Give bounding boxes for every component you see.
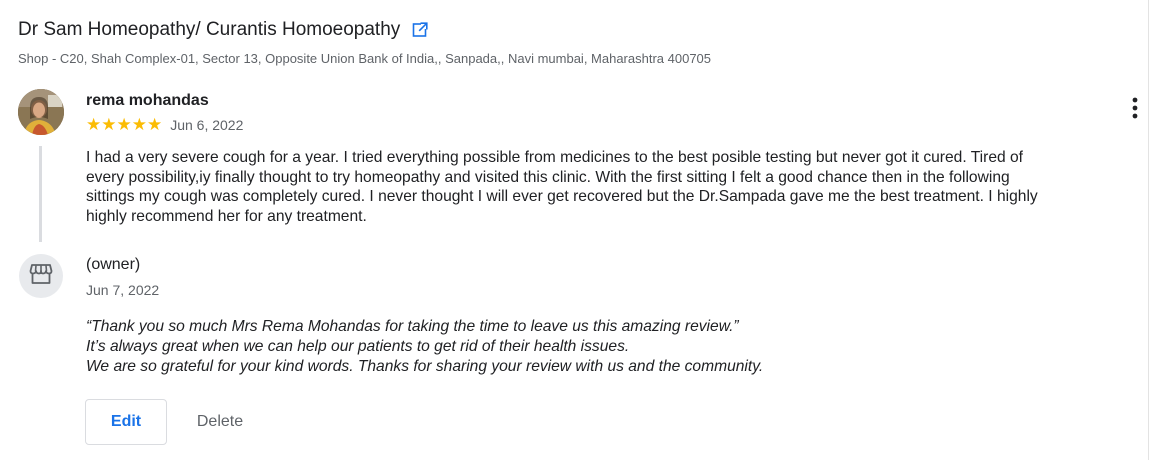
business-title-row: Dr Sam Homeopathy/ Curantis Homoeopathy <box>18 19 429 41</box>
review-text: I had a very severe cough for a year. I … <box>86 149 1038 225</box>
reviewer-avatar[interactable] <box>18 89 64 135</box>
business-name: Dr Sam Homeopathy/ Curantis Homoeopathy <box>18 19 401 40</box>
owner-reply-date: Jun 7, 2022 <box>86 282 160 298</box>
reply-line: It’s always great when we can help our p… <box>86 338 630 355</box>
edit-button[interactable]: Edit <box>85 399 167 445</box>
star-rating: ★★★★★ <box>86 115 163 135</box>
panel-divider <box>1148 0 1149 460</box>
review-card: Dr Sam Homeopathy/ Curantis Homoeopathy … <box>0 0 1152 460</box>
more-vert-icon <box>1126 97 1144 126</box>
reviewer-name[interactable]: rema mohandas <box>86 92 209 110</box>
open-in-new-icon[interactable] <box>412 22 429 38</box>
storefront-icon <box>29 263 53 290</box>
reply-line: We are so grateful for your kind words. … <box>86 358 764 375</box>
reply-line: “Thank you so much Mrs Rema Mohandas for… <box>86 318 739 335</box>
thread-line <box>39 146 42 242</box>
owner-avatar <box>19 254 63 298</box>
business-address: Shop - C20, Shah Complex-01, Sector 13, … <box>18 51 712 66</box>
review-date: Jun 6, 2022 <box>170 117 244 133</box>
owner-reply-text: “Thank you so much Mrs Rema Mohandas for… <box>86 317 986 377</box>
rating-row: ★★★★★ Jun 6, 2022 <box>86 115 243 135</box>
delete-button[interactable]: Delete <box>176 399 264 445</box>
more-options-button[interactable] <box>1126 96 1144 122</box>
owner-label: (owner) <box>86 256 141 273</box>
